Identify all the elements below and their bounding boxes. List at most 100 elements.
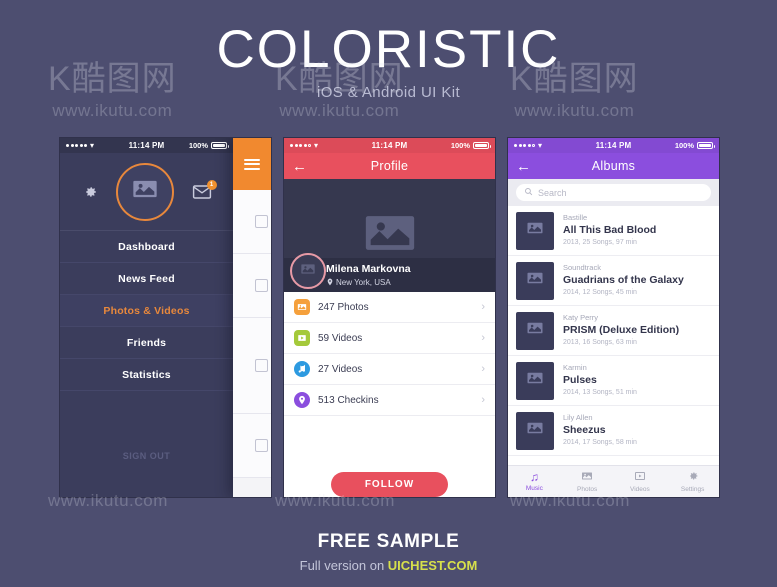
- profile-title: Profile: [370, 159, 409, 173]
- free-sample-label: FREE SAMPLE: [317, 531, 460, 552]
- gear-icon: [687, 470, 699, 484]
- menu-item-statistics[interactable]: Statistics: [60, 359, 233, 391]
- album-info: 2013, 25 Songs, 97 min: [563, 239, 637, 247]
- peek-card[interactable]: [233, 414, 271, 478]
- photo-placeholder-icon: [526, 219, 544, 242]
- full-version-note: Full version on UICHEST.COM: [0, 558, 777, 573]
- peeking-content-panel[interactable]: [233, 138, 271, 497]
- album-list: Bastille All This Bad Blood 2013, 25 Son…: [508, 206, 719, 465]
- menu-item-dashboard[interactable]: Dashboard: [60, 231, 233, 263]
- peek-card[interactable]: [233, 254, 271, 318]
- photo-placeholder-icon: [526, 269, 544, 292]
- mail-button[interactable]: 1: [192, 179, 217, 200]
- music-note-icon: ♫: [529, 470, 539, 484]
- photo-placeholder-icon: [300, 261, 316, 282]
- album-info: 2014, 13 Songs, 51 min: [563, 389, 637, 397]
- albums-title: Albums: [591, 159, 636, 173]
- stat-row-videos[interactable]: 59 Videos ›: [284, 323, 495, 354]
- uichest-link[interactable]: UICHEST.COM: [388, 558, 478, 573]
- hamburger-button[interactable]: [233, 138, 271, 190]
- battery-icon: [473, 142, 491, 149]
- album-row[interactable]: Soundtrack Guadrians of the Galaxy 2014,…: [508, 256, 719, 306]
- peek-card[interactable]: [233, 318, 271, 414]
- video-icon: [294, 330, 310, 346]
- album-thumbnail: [516, 361, 554, 400]
- album-artist: Lily Allen: [563, 412, 593, 422]
- profile-location: New York, USA: [326, 278, 411, 287]
- hamburger-menu-icon: [244, 156, 260, 172]
- stat-label: 27 Videos: [318, 363, 363, 375]
- photo-placeholder-icon: [526, 369, 544, 392]
- follow-button[interactable]: FOLLOW: [330, 472, 449, 497]
- map-pin-icon: [327, 278, 333, 286]
- phone-screen-albums: ▾ 11:14 PM 100% ← Albums Search Bastille…: [508, 138, 719, 497]
- photo-placeholder-icon: [131, 175, 159, 208]
- battery-icon: [211, 142, 229, 149]
- menu-item-photos-videos[interactable]: Photos & Videos: [60, 295, 233, 327]
- album-row[interactable]: Karmin Pulses 2014, 13 Songs, 51 min: [508, 356, 719, 406]
- tab-label: Photos: [577, 486, 598, 493]
- album-info: 2014, 17 Songs, 58 min: [563, 439, 637, 447]
- stat-row-checkins[interactable]: 513 Checkins ›: [284, 385, 495, 416]
- menu-item-news-feed[interactable]: News Feed: [60, 263, 233, 295]
- back-arrow-icon[interactable]: ←: [516, 159, 531, 174]
- peek-card[interactable]: [233, 190, 271, 254]
- album-info: 2014, 12 Songs, 45 min: [563, 289, 637, 297]
- kit-subtitle: iOS & Android UI Kit: [316, 83, 461, 101]
- sign-out-button[interactable]: SIGN OUT: [60, 451, 233, 461]
- album-thumbnail: [516, 211, 554, 250]
- tab-label: Music: [525, 485, 543, 492]
- stat-label: 59 Videos: [318, 332, 363, 344]
- search-input[interactable]: Search: [516, 184, 711, 201]
- album-row[interactable]: Bastille All This Bad Blood 2013, 25 Son…: [508, 206, 719, 256]
- album-row[interactable]: Katy Perry PRISM (Deluxe Edition) 2013, …: [508, 306, 719, 356]
- album-artist: Katy Perry: [563, 312, 599, 322]
- status-bar: ▾ 11:14 PM 100%: [284, 138, 495, 153]
- chevron-right-icon: ›: [481, 301, 485, 313]
- phone-screen-profile: ▾ 11:14 PM 100% ← Profile Milena Markovn…: [284, 138, 495, 497]
- stat-row-music[interactable]: 27 Videos ›: [284, 354, 495, 385]
- video-icon: [634, 470, 646, 484]
- status-time: 11:14 PM: [595, 141, 632, 150]
- mail-badge: 1: [206, 179, 217, 190]
- profile-cover: Milena Markovna New York, USA: [284, 179, 495, 292]
- album-thumbnail: [516, 411, 554, 450]
- profile-user-name: Milena Markovna: [326, 263, 411, 276]
- tab-music[interactable]: ♫ Music: [508, 466, 561, 497]
- stat-label: 513 Checkins: [318, 394, 379, 406]
- stat-row-photos[interactable]: 247 Photos ›: [284, 292, 495, 323]
- profile-navbar: ▾ 11:14 PM 100% ← Profile: [284, 138, 495, 179]
- status-time: 11:14 PM: [371, 141, 408, 150]
- tab-label: Videos: [629, 486, 650, 493]
- album-row[interactable]: Lily Allen Sheezus 2014, 17 Songs, 58 mi…: [508, 406, 719, 456]
- avatar[interactable]: [115, 162, 174, 221]
- tab-videos[interactable]: Videos: [614, 466, 667, 497]
- chevron-right-icon: ›: [481, 363, 485, 375]
- album-thumbnail: [516, 311, 554, 350]
- kit-title: COLORISTIC: [216, 20, 561, 79]
- album-info: 2013, 16 Songs, 63 min: [563, 339, 637, 347]
- peek-card-list: [233, 190, 271, 497]
- search-area: Search: [508, 179, 719, 206]
- music-note-icon: [294, 361, 310, 377]
- album-artist: Karmin: [563, 362, 587, 372]
- tab-photos[interactable]: Photos: [561, 466, 614, 497]
- status-time: 11:14 PM: [128, 141, 165, 150]
- tab-label: Settings: [680, 486, 705, 493]
- album-artist: Bastille: [563, 212, 588, 222]
- photo-placeholder-icon: [526, 419, 544, 442]
- phone-screen-drawer: ▾ 11:14 PM 100% 1 Dashboard News Feed Ph…: [60, 138, 271, 497]
- album-artist: Soundtrack: [563, 262, 601, 272]
- gear-icon[interactable]: [82, 184, 98, 200]
- album-thumbnail: [516, 261, 554, 300]
- avatar[interactable]: [290, 253, 326, 289]
- tab-bar: ♫ Music Photos Videos Settings: [508, 465, 719, 497]
- follow-button-area: FOLLOW: [284, 460, 495, 497]
- photo-placeholder-icon: [526, 319, 544, 342]
- tab-settings[interactable]: Settings: [666, 466, 719, 497]
- menu-item-friends[interactable]: Friends: [60, 327, 233, 359]
- back-arrow-icon[interactable]: ←: [292, 159, 307, 174]
- map-pin-icon: [294, 392, 310, 408]
- page-title: COLORISTIC iOS & Android UI Kit: [0, 22, 777, 101]
- album-title: Guadrians of the Galaxy: [563, 274, 684, 287]
